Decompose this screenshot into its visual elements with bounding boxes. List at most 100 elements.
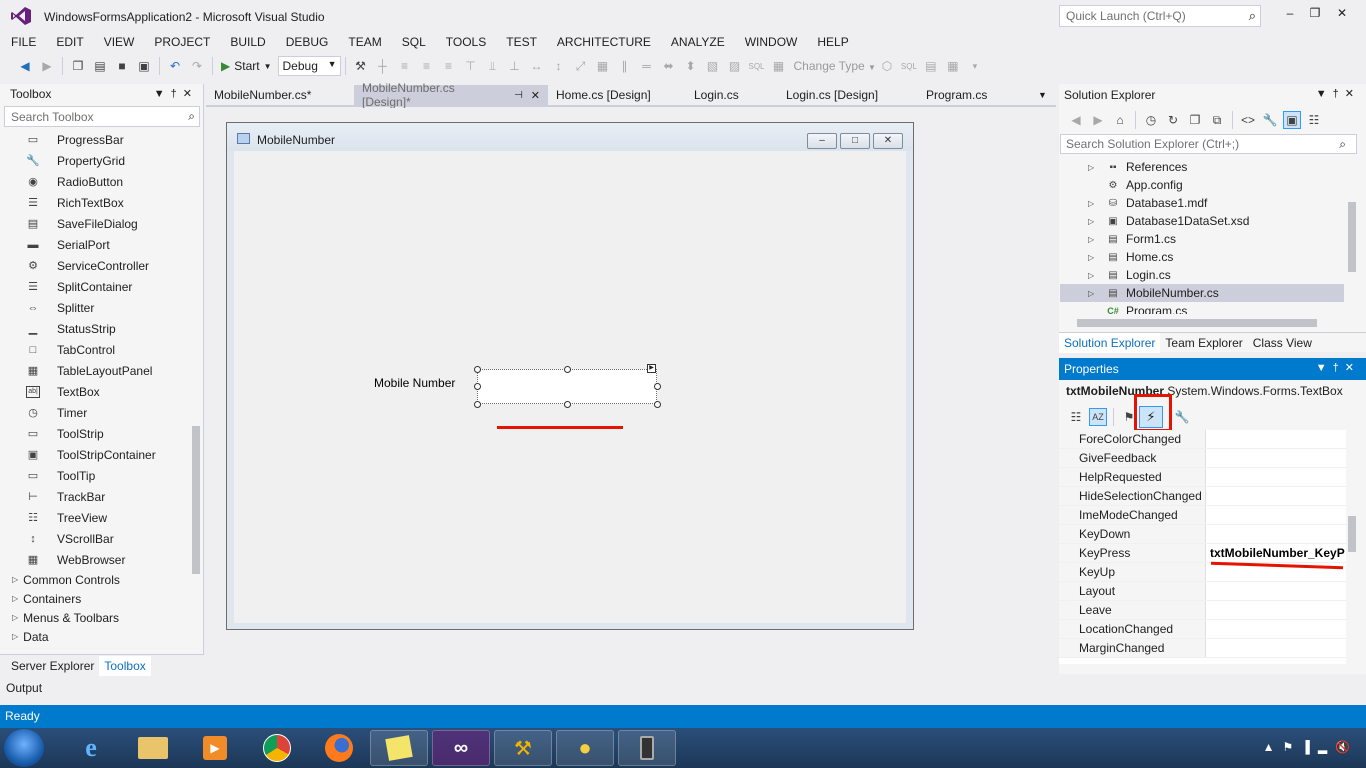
toolbox-item-splitter[interactable]: ⇔ Splitter <box>0 297 190 318</box>
property-row[interactable]: Leave <box>1059 601 1346 620</box>
property-row[interactable]: Layout <box>1059 582 1346 601</box>
property-value[interactable] <box>1206 582 1346 600</box>
property-row[interactable]: LocationChanged <box>1059 620 1346 639</box>
pin-icon[interactable]: ⊣ <box>514 90 523 101</box>
menu-build[interactable]: BUILD <box>220 33 275 51</box>
make-same-size-icon[interactable]: ⤢ <box>572 57 590 75</box>
toolbox-item-richtextbox[interactable]: ☰ RichTextBox <box>0 192 190 213</box>
attach-icon[interactable]: ⚒ <box>352 57 370 75</box>
quick-launch-input[interactable]: Quick Launch (Ctrl+Q) ⌕ <box>1059 5 1261 27</box>
close-icon[interactable]: ✕ <box>531 89 540 102</box>
expand-arrow-icon[interactable]: ▷ <box>1088 199 1100 208</box>
expand-arrow-icon[interactable]: ▷ <box>1088 217 1100 226</box>
toolbox-search-input[interactable]: Search Toolbox ⌕ <box>4 106 200 127</box>
make-same-width-icon[interactable]: ↔ <box>528 57 546 75</box>
save-all-icon[interactable]: ▣ <box>135 57 153 75</box>
toolbox-item-serialport[interactable]: ▬ SerialPort <box>0 234 190 255</box>
menu-analyze[interactable]: ANALYZE <box>661 33 735 51</box>
toolbox-item-radiobutton[interactable]: ◉ RadioButton <box>0 171 190 192</box>
property-row[interactable]: KeyDown <box>1059 525 1346 544</box>
sticky-notes-icon[interactable] <box>370 730 428 766</box>
resize-handle[interactable] <box>474 383 481 390</box>
alphabetical-icon[interactable]: AZ <box>1089 408 1107 426</box>
tree-item-mobilenumber-cs[interactable]: ▷ ▤ MobileNumber.cs <box>1060 284 1344 302</box>
toolbox-item-textbox[interactable]: ab| TextBox <box>0 381 190 402</box>
align-to-grid-icon[interactable]: ┼ <box>374 57 392 75</box>
tree-item-database1dataset-xsd[interactable]: ▷ ▣ Database1DataSet.xsd <box>1060 212 1344 230</box>
tree-item-references[interactable]: ▷ ▪▪ References <box>1060 158 1344 176</box>
resize-handle[interactable] <box>564 366 571 373</box>
tab-server-explorer[interactable]: Server Explorer <box>6 656 99 676</box>
start-debugging-button[interactable]: ▶ Start ▼ <box>221 59 272 73</box>
show-hidden-icons-icon[interactable]: ▲ <box>1263 740 1283 754</box>
toolbox-item-treeview[interactable]: ☷ TreeView <box>0 507 190 528</box>
resize-handle[interactable] <box>564 401 571 408</box>
smart-tag-arrow-icon[interactable]: ▶ <box>647 364 656 373</box>
cleaner-broom-icon[interactable]: ⚒ <box>494 730 552 766</box>
resize-handle[interactable] <box>474 401 481 408</box>
tree-item-database1-mdf[interactable]: ▷ ⛁ Database1.mdf <box>1060 194 1344 212</box>
firefox-icon[interactable] <box>310 730 368 766</box>
align-rights-icon[interactable]: ≡ <box>440 57 458 75</box>
volume-muted-icon[interactable]: 🔇 <box>1335 740 1358 754</box>
tree-item-app-config[interactable]: ⚙ App.config <box>1060 176 1344 194</box>
vertical-spacing-icon[interactable]: ═ <box>638 57 656 75</box>
toolbox-group-data[interactable]: ▷ Data <box>0 627 190 646</box>
generate-change-script-icon[interactable]: ▤ <box>922 57 940 75</box>
toolbox-item-tablelayoutpanel[interactable]: ▦ TableLayoutPanel <box>0 360 190 381</box>
resize-handle[interactable] <box>654 383 661 390</box>
toolbox-scrollbar[interactable] <box>190 132 202 652</box>
property-value[interactable] <box>1206 430 1346 448</box>
close-icon[interactable]: ✕ <box>1345 362 1360 374</box>
dropdown-icon[interactable]: ▼ <box>154 88 171 100</box>
internet-explorer-icon[interactable]: e <box>62 730 120 766</box>
align-middles-icon[interactable]: ⫫ <box>484 57 502 75</box>
center-vertically-icon[interactable]: ⬍ <box>682 57 700 75</box>
tree-item-form1-cs[interactable]: ▷ ▤ Form1.cs <box>1060 230 1344 248</box>
resize-handle[interactable] <box>654 401 661 408</box>
signal-strength-icon[interactable]: ▂ <box>1318 740 1335 754</box>
expand-arrow-icon[interactable]: ▷ <box>1088 163 1100 172</box>
menu-view[interactable]: VIEW <box>94 33 145 51</box>
align-centers-icon[interactable]: ≡ <box>418 57 436 75</box>
property-row[interactable]: HelpRequested <box>1059 468 1346 487</box>
keypress-handler-value[interactable]: txtMobileNumber_KeyP <box>1206 544 1346 562</box>
menu-sql[interactable]: SQL <box>392 33 436 51</box>
pin-icon[interactable]: † <box>171 88 183 100</box>
tree-item-login-cs[interactable]: ▷ ▤ Login.cs <box>1060 266 1344 284</box>
relationship-icon[interactable]: ⬡ <box>878 57 896 75</box>
toolbox-item-progressbar[interactable]: ▭ ProgressBar <box>0 129 190 150</box>
property-row[interactable]: MarginChanged <box>1059 639 1346 658</box>
align-bottoms-icon[interactable]: ⊥ <box>506 57 524 75</box>
expand-arrow-icon[interactable]: ▷ <box>1088 271 1100 280</box>
center-horizontally-icon[interactable]: ⬌ <box>660 57 678 75</box>
menu-edit[interactable]: EDIT <box>46 33 93 51</box>
doc-tab-home-design[interactable]: Home.cs [Design] <box>548 85 686 105</box>
solution-configuration-select[interactable]: Debug ▼ <box>277 56 341 76</box>
navigate-forward-icon[interactable]: ▶ <box>38 57 56 75</box>
property-value[interactable] <box>1206 468 1346 486</box>
dropdown-icon[interactable]: ▼ <box>1316 362 1333 374</box>
network-icon[interactable]: ▐ <box>1301 740 1318 754</box>
property-row[interactable]: GiveFeedback <box>1059 449 1346 468</box>
menu-file[interactable]: FILE <box>1 33 46 51</box>
expand-arrow-icon[interactable]: ▷ <box>1088 253 1100 262</box>
toolbox-item-timer[interactable]: ◷ Timer <box>0 402 190 423</box>
send-to-back-icon[interactable]: ▨ <box>726 57 744 75</box>
solution-explorer-vertical-thumb[interactable] <box>1348 202 1356 272</box>
redo-icon[interactable]: ↷ <box>188 57 206 75</box>
doc-tab-program-cs[interactable]: Program.cs <box>918 85 1028 105</box>
bring-to-front-icon[interactable]: ▧ <box>704 57 722 75</box>
grid-icon[interactable]: ▦ <box>944 57 962 75</box>
menu-team[interactable]: TEAM <box>338 33 391 51</box>
toolbox-item-savefiledialog[interactable]: ▤ SaveFileDialog <box>0 213 190 234</box>
tree-item-program-cs[interactable]: C# Program.cs <box>1060 302 1344 314</box>
sync-icon[interactable]: ↻ <box>1164 111 1182 129</box>
table-icon[interactable]: ▦ <box>770 57 788 75</box>
sql-icon[interactable]: SQL <box>748 57 766 75</box>
tab-class-view[interactable]: Class View <box>1248 333 1317 353</box>
tab-solution-explorer[interactable]: Solution Explorer <box>1059 332 1161 353</box>
pin-icon[interactable]: † <box>1333 362 1345 374</box>
tree-item-home-cs[interactable]: ▷ ▤ Home.cs <box>1060 248 1344 266</box>
collapse-all-icon[interactable]: ❐ <box>1186 111 1204 129</box>
